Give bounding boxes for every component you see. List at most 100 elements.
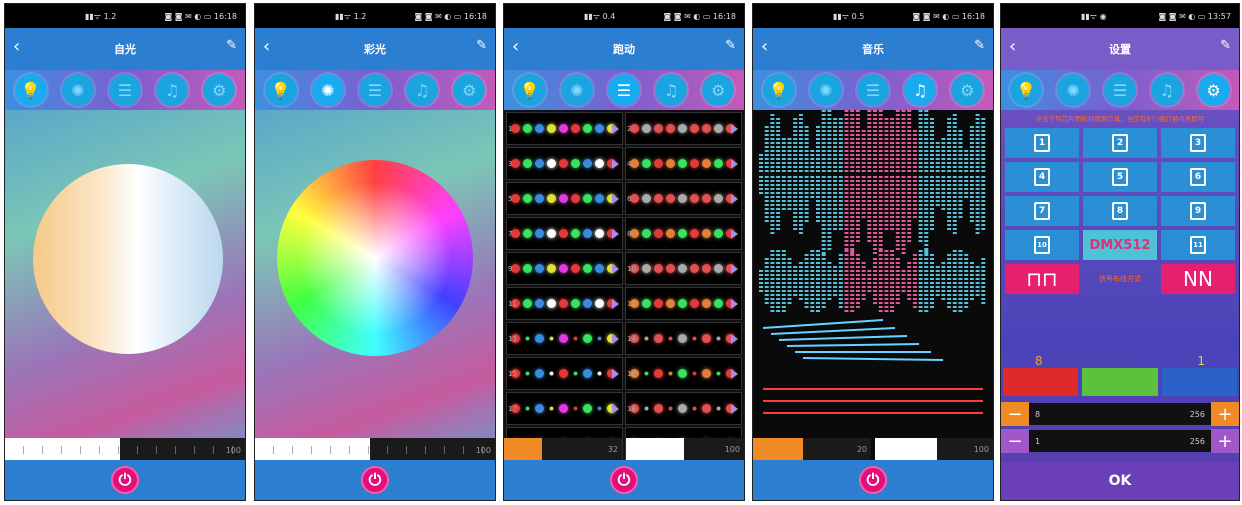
eq-bar <box>838 262 843 264</box>
running-effect-cell[interactable]: 2 <box>625 112 742 145</box>
music-icon[interactable]: ♫ <box>406 74 439 106</box>
signal-mode-a-button[interactable]: ⊓⊓ <box>1005 264 1079 294</box>
music-icon[interactable]: ♫ <box>904 74 937 106</box>
list-icon[interactable]: ☰ <box>108 74 141 106</box>
chip-button-11[interactable]: 11 <box>1161 230 1235 260</box>
running-effect-cell[interactable]: 13 <box>506 322 623 355</box>
eq-bar <box>804 166 809 168</box>
running-effect-cell[interactable]: 6 <box>625 182 742 215</box>
chip-button-3[interactable]: 3 <box>1161 128 1235 158</box>
list-icon[interactable]: ☰ <box>607 74 640 106</box>
bulb-icon[interactable]: 💡 <box>762 74 795 106</box>
chip-button-8[interactable]: 8 <box>1083 196 1157 226</box>
speed-slider[interactable]: 32 <box>504 438 622 462</box>
list-icon[interactable]: ☰ <box>856 74 889 106</box>
color-red-button[interactable] <box>1003 368 1079 396</box>
running-effect-cell[interactable]: 10 <box>625 252 742 285</box>
list-icon[interactable]: ☰ <box>358 74 391 106</box>
plus-button[interactable]: + <box>1211 402 1239 426</box>
gear-icon[interactable]: ⚙ <box>203 74 236 106</box>
running-effect-cell[interactable]: 7 <box>506 217 623 250</box>
music-icon[interactable]: ♫ <box>655 74 688 106</box>
color-wheel-icon[interactable]: ✺ <box>1057 74 1090 106</box>
bulb-icon[interactable]: 💡 <box>264 74 297 106</box>
eq-bar <box>776 204 781 206</box>
back-icon[interactable]: ‹ <box>13 36 20 57</box>
eq-bar <box>912 208 917 210</box>
running-effect-cell[interactable]: 4 <box>625 147 742 180</box>
running-effect-cell[interactable]: 17 <box>506 392 623 425</box>
chip-button-9[interactable]: 9 <box>1161 196 1235 226</box>
music-icon[interactable]: ♫ <box>1150 74 1183 106</box>
chip-button-5[interactable]: 5 <box>1083 162 1157 192</box>
color-wheel-icon[interactable]: ✺ <box>560 74 593 106</box>
edit-icon[interactable]: ✎ <box>725 38 736 53</box>
color-wheel-icon[interactable]: ✺ <box>311 74 344 106</box>
bulb-icon[interactable]: 💡 <box>14 74 47 106</box>
color-wheel-icon[interactable]: ✺ <box>809 74 842 106</box>
running-effect-cell[interactable]: 15 <box>506 357 623 390</box>
stepper-track[interactable]: 1 256 <box>1029 430 1211 452</box>
running-effect-cell[interactable]: 3 <box>506 147 623 180</box>
chip-button-6[interactable]: 6 <box>1161 162 1235 192</box>
brightness-slider[interactable]: 100 <box>255 438 495 462</box>
running-effect-cell[interactable]: 9 <box>506 252 623 285</box>
list-icon[interactable]: ☰ <box>1103 74 1136 106</box>
gear-icon[interactable]: ⚙ <box>951 74 984 106</box>
color-blue-button[interactable] <box>1161 368 1237 396</box>
eq-bar <box>798 184 803 186</box>
back-icon[interactable]: ‹ <box>263 36 270 57</box>
sensitivity-slider[interactable]: 20 <box>753 438 871 462</box>
back-icon[interactable]: ‹ <box>1009 36 1016 57</box>
edit-icon[interactable]: ✎ <box>476 38 487 53</box>
chip-button-7[interactable]: 7 <box>1005 196 1079 226</box>
rgb-color-wheel[interactable] <box>277 160 473 356</box>
bulb-icon[interactable]: 💡 <box>513 74 546 106</box>
back-icon[interactable]: ‹ <box>512 36 519 57</box>
back-icon[interactable]: ‹ <box>761 36 768 57</box>
brightness-slider[interactable]: 100 <box>875 438 993 462</box>
ok-button[interactable]: OK <box>1001 462 1239 500</box>
chip-button-1[interactable]: 1 <box>1005 128 1079 158</box>
gear-icon[interactable]: ⚙ <box>702 74 735 106</box>
power-button[interactable]: ⏻ <box>610 466 638 494</box>
edit-icon[interactable]: ✎ <box>226 38 237 53</box>
chip-button-2[interactable]: 2 <box>1083 128 1157 158</box>
music-visualizer-effects[interactable] <box>753 110 993 435</box>
power-button[interactable]: ⏻ <box>859 466 887 494</box>
bulb-icon[interactable]: 💡 <box>1010 74 1043 106</box>
eq-bar <box>776 162 781 164</box>
power-button[interactable]: ⏻ <box>361 466 389 494</box>
eq-bar <box>930 220 934 222</box>
minus-button[interactable]: − <box>1001 402 1029 426</box>
gear-icon[interactable]: ⚙ <box>453 74 486 106</box>
eq-bar <box>941 192 946 194</box>
running-effect-cell[interactable]: 8 <box>625 217 742 250</box>
brightness-slider[interactable]: 100 <box>5 438 245 462</box>
edit-icon[interactable]: ✎ <box>974 38 985 53</box>
color-wheel-icon[interactable]: ✺ <box>61 74 94 106</box>
color-green-button[interactable] <box>1082 368 1158 396</box>
minus-button[interactable]: − <box>1001 429 1029 453</box>
chip-button-4[interactable]: 4 <box>1005 162 1079 192</box>
white-color-wheel[interactable] <box>33 164 223 354</box>
brightness-slider[interactable]: 100 <box>626 438 744 462</box>
plus-button[interactable]: + <box>1211 429 1239 453</box>
chip-button-10[interactable]: 10 <box>1005 230 1079 260</box>
running-effect-cell[interactable]: 14 <box>625 322 742 355</box>
eq-bar <box>810 270 815 272</box>
eq-bar <box>873 258 877 260</box>
music-icon[interactable]: ♫ <box>156 74 189 106</box>
running-effect-cell[interactable]: 1 <box>506 112 623 145</box>
running-effect-cell[interactable]: 12 <box>625 287 742 320</box>
stepper-track[interactable]: 8 256 <box>1029 403 1211 425</box>
running-effect-cell[interactable]: 18 <box>625 392 742 425</box>
running-effect-cell[interactable]: 11 <box>506 287 623 320</box>
gear-icon[interactable]: ⚙ <box>1197 74 1230 106</box>
edit-icon[interactable]: ✎ <box>1220 38 1231 53</box>
signal-mode-b-button[interactable]: NN <box>1161 264 1235 294</box>
power-button[interactable]: ⏻ <box>111 466 139 494</box>
dmx512-button[interactable]: DMX512 <box>1083 230 1157 260</box>
running-effect-cell[interactable]: 16 <box>625 357 742 390</box>
running-effect-cell[interactable]: 5 <box>506 182 623 215</box>
